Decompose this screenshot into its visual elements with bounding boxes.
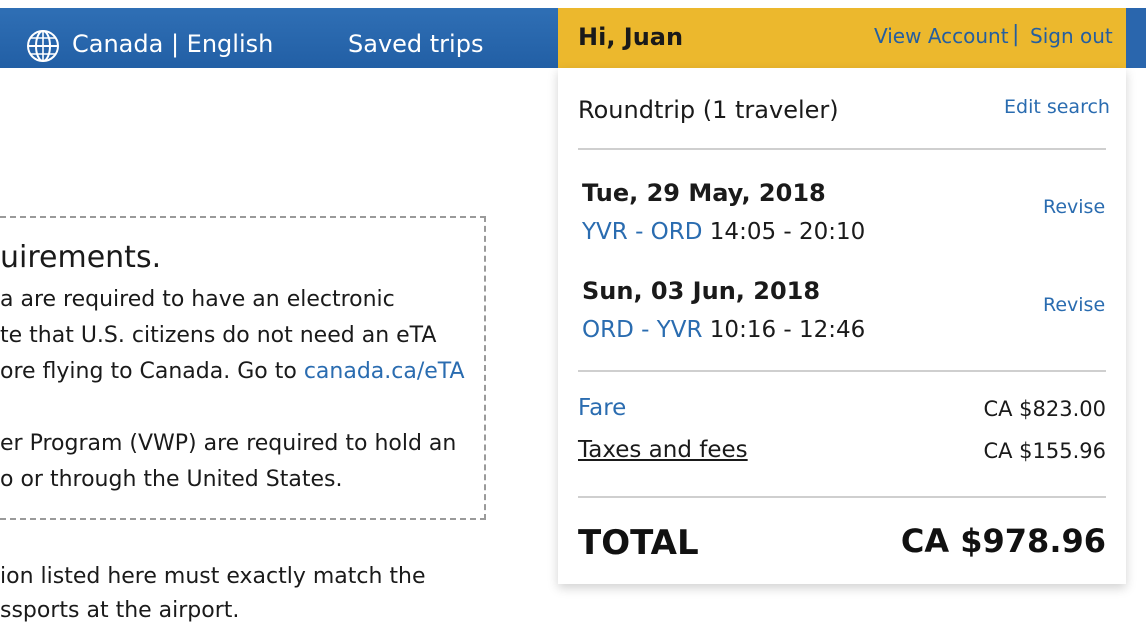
- sign-out-link[interactable]: Sign out: [1030, 24, 1113, 48]
- locale-selector[interactable]: Canada | English: [72, 30, 273, 58]
- top-edge: [0, 0, 1146, 8]
- fare-link[interactable]: Fare: [578, 395, 626, 421]
- taxes-amount: CA $155.96: [983, 439, 1106, 463]
- revise-outbound-link[interactable]: Revise: [1043, 196, 1105, 218]
- outbound-times: 14:05 - 20:10: [709, 219, 866, 245]
- nav-bar-right-edge: [1126, 8, 1146, 68]
- info-text-line: ssports at the airport.: [0, 598, 240, 623]
- trip-type-label: Roundtrip (1 traveler): [578, 96, 839, 124]
- user-greeting: Hi, Juan: [578, 23, 684, 51]
- user-links-separator: |: [1012, 22, 1020, 47]
- user-bar: Hi, Juan View Account | Sign out: [558, 8, 1126, 68]
- view-account-link[interactable]: View Account: [874, 24, 1009, 48]
- requirements-text: ore flying to Canada. Go to: [0, 359, 304, 384]
- fare-amount: CA $823.00: [983, 397, 1106, 421]
- globe-icon[interactable]: [26, 29, 60, 63]
- requirements-heading: uirements.: [0, 240, 162, 275]
- top-nav-bar: Canada | English Saved trips: [0, 8, 558, 68]
- taxes-and-fees-link[interactable]: Taxes and fees: [578, 437, 748, 463]
- return-times: 10:16 - 12:46: [709, 317, 866, 343]
- divider: [578, 370, 1106, 372]
- return-route: ORD - YVR 10:16 - 12:46: [582, 317, 865, 343]
- requirements-text-line: o or through the United States.: [0, 467, 343, 492]
- requirements-text-line: ore flying to Canada. Go to canada.ca/eT…: [0, 359, 465, 384]
- divider: [578, 148, 1106, 150]
- requirements-text-line: a are required to have an electronic: [0, 287, 395, 312]
- edit-search-link[interactable]: Edit search: [1004, 96, 1110, 118]
- return-date: Sun, 03 Jun, 2018: [582, 277, 821, 305]
- return-airports: ORD - YVR: [582, 317, 703, 343]
- saved-trips-link[interactable]: Saved trips: [348, 30, 483, 58]
- outbound-airports: YVR - ORD: [582, 219, 703, 245]
- total-label: TOTAL: [578, 523, 699, 563]
- outbound-route: YVR - ORD 14:05 - 20:10: [582, 219, 865, 245]
- total-amount: CA $978.96: [900, 522, 1106, 560]
- info-text-line: ion listed here must exactly match the: [0, 564, 426, 589]
- requirements-text-line: te that U.S. citizens do not need an eTA: [0, 323, 437, 348]
- divider: [578, 496, 1106, 498]
- trip-summary-panel: Roundtrip (1 traveler) Edit search Tue, …: [558, 68, 1126, 584]
- outbound-date: Tue, 29 May, 2018: [582, 179, 826, 207]
- eta-link[interactable]: canada.ca/eTA: [304, 359, 465, 384]
- requirements-text-line: er Program (VWP) are required to hold an: [0, 431, 457, 456]
- revise-return-link[interactable]: Revise: [1043, 294, 1105, 316]
